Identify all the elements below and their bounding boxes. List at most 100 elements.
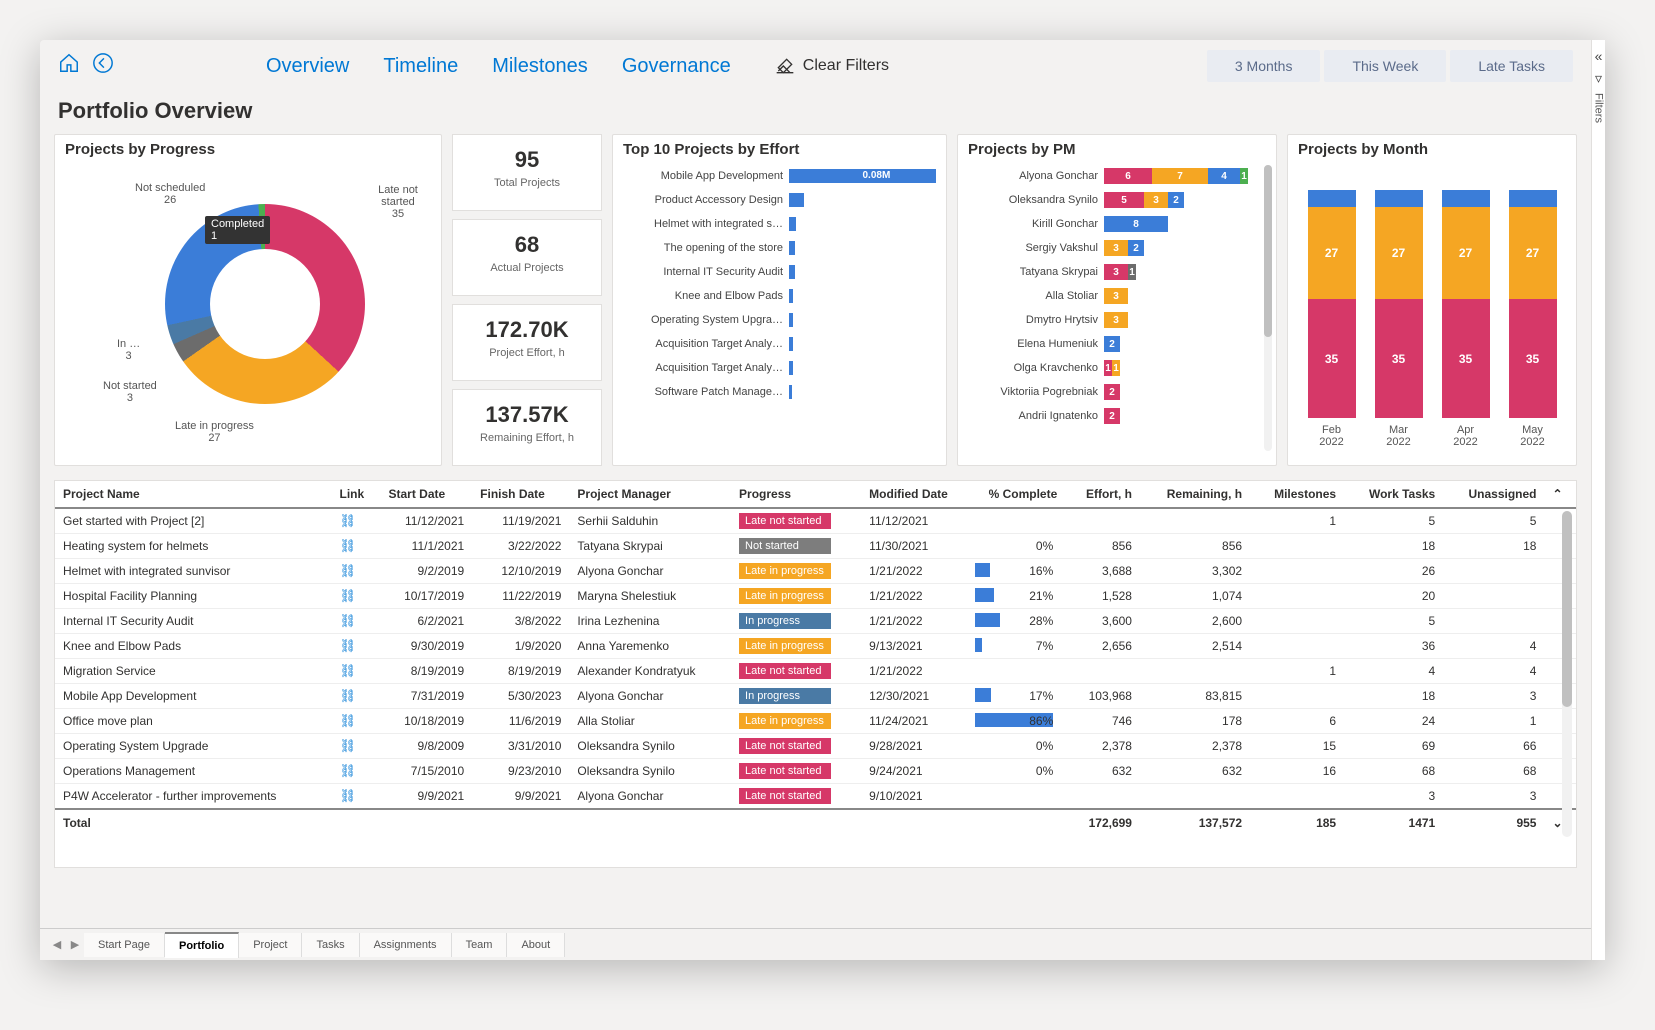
sheet-tab[interactable]: About (507, 933, 565, 957)
effort-project-name: Mobile App Development (623, 170, 783, 182)
home-icon[interactable] (58, 52, 80, 80)
table-row[interactable]: Internal IT Security Audit⛓6/2/20213/8/2… (55, 609, 1576, 634)
link-icon[interactable]: ⛓ (339, 713, 356, 728)
link-icon[interactable]: ⛓ (339, 613, 356, 628)
column-header[interactable]: Project Manager (569, 481, 731, 508)
column-header[interactable]: Remaining, h (1140, 481, 1250, 508)
table-row[interactable]: Operations Management⛓7/15/20109/23/2010… (55, 759, 1576, 784)
time-tab-late-tasks[interactable]: Late Tasks (1450, 50, 1573, 82)
column-header[interactable]: Start Date (381, 481, 473, 508)
link-icon[interactable]: ⛓ (339, 538, 356, 553)
table-row[interactable]: Mobile App Development⛓7/31/20195/30/202… (55, 684, 1576, 709)
back-icon[interactable] (92, 52, 114, 80)
link-icon[interactable]: ⛓ (339, 763, 356, 778)
effort-row[interactable]: Operating System Upgra… (623, 308, 936, 332)
tab-milestones[interactable]: Milestones (492, 55, 588, 78)
link-icon[interactable]: ⛓ (339, 738, 356, 753)
effort-row[interactable]: Knee and Elbow Pads (623, 284, 936, 308)
month-label: Apr2022 (1442, 424, 1490, 448)
kpi-label: Actual Projects (457, 262, 597, 274)
table-row[interactable]: Helmet with integrated sunvisor⛓9/2/2019… (55, 559, 1576, 584)
table-row[interactable]: Hospital Facility Planning⛓10/17/201911/… (55, 584, 1576, 609)
link-icon[interactable]: ⛓ (339, 563, 356, 578)
clear-filters-button[interactable]: Clear Filters (775, 56, 889, 76)
filters-pane-collapsed[interactable]: « ▿ Filters (1591, 40, 1605, 960)
column-header[interactable]: Progress (731, 481, 861, 508)
column-header[interactable]: Work Tasks (1344, 481, 1443, 508)
tab-overview[interactable]: Overview (266, 55, 349, 78)
table-row[interactable]: Knee and Elbow Pads⛓9/30/20191/9/2020Ann… (55, 634, 1576, 659)
column-header[interactable]: % Complete (975, 481, 1065, 508)
table-row[interactable]: Migration Service⛓8/19/20198/19/2019Alex… (55, 659, 1576, 684)
pm-row[interactable]: Viktoriia Pogrebniak2 (968, 380, 1258, 404)
column-header[interactable]: Effort, h (1065, 481, 1140, 508)
time-tab-this-week[interactable]: This Week (1324, 50, 1446, 82)
column-header[interactable]: Link (331, 481, 380, 508)
link-icon[interactable]: ⛓ (339, 788, 356, 803)
pm-name: Andrii Ignatenko (968, 410, 1098, 422)
month-column[interactable]: 3527 (1442, 190, 1490, 418)
sheet-tab[interactable]: Tasks (302, 933, 359, 957)
effort-row[interactable]: Software Patch Manage… (623, 380, 936, 404)
link-icon[interactable]: ⛓ (339, 638, 356, 653)
pm-row[interactable]: Kirill Gonchar8 (968, 212, 1258, 236)
month-column[interactable]: 3527 (1375, 190, 1423, 418)
effort-row[interactable]: Acquisition Target Analy… (623, 356, 936, 380)
time-tabs: 3 Months This Week Late Tasks (1207, 50, 1573, 82)
pm-row[interactable]: Olga Kravchenko11 (968, 356, 1258, 380)
month-segment (1509, 190, 1557, 207)
table-row[interactable]: Operating System Upgrade⛓9/8/20093/31/20… (55, 734, 1576, 759)
sheet-next-icon[interactable]: ▶ (66, 938, 84, 951)
table-row[interactable]: P4W Accelerator - further improvements⛓9… (55, 784, 1576, 810)
link-icon[interactable]: ⛓ (339, 588, 356, 603)
effort-row[interactable]: The opening of the store (623, 236, 936, 260)
project-name: Operations Management (55, 759, 331, 784)
sheet-tab[interactable]: Portfolio (165, 932, 239, 958)
pm-row[interactable]: Alla Stoliar3 (968, 284, 1258, 308)
sheet-tab[interactable]: Team (452, 933, 508, 957)
tab-governance[interactable]: Governance (622, 55, 731, 78)
kpi-value: 68 (457, 232, 597, 258)
sheet-prev-icon[interactable]: ◀ (48, 938, 66, 951)
effort-row[interactable]: Internal IT Security Audit (623, 260, 936, 284)
pm-row[interactable]: Sergiy Vakshul32 (968, 236, 1258, 260)
pm-row[interactable]: Oleksandra Synilo532 (968, 188, 1258, 212)
scrollbar[interactable] (1264, 165, 1272, 451)
pm-name: Sergiy Vakshul (968, 242, 1098, 254)
column-header[interactable]: Modified Date (861, 481, 975, 508)
column-header[interactable]: Milestones (1250, 481, 1344, 508)
column-header[interactable]: Finish Date (472, 481, 569, 508)
effort-row[interactable]: Product Accessory Design (623, 188, 936, 212)
card-title: Projects by Progress (65, 141, 431, 158)
time-tab-3months[interactable]: 3 Months (1207, 50, 1321, 82)
sheet-tab[interactable]: Start Page (84, 933, 165, 957)
sheet-tab[interactable]: Project (239, 933, 302, 957)
column-header[interactable]: Project Name (55, 481, 331, 508)
pm-row[interactable]: Andrii Ignatenko2 (968, 404, 1258, 428)
sheet-tab[interactable]: Assignments (360, 933, 452, 957)
filter-icon[interactable]: ▿ (1595, 70, 1602, 87)
pm-row[interactable]: Tatyana Skrypai31 (968, 260, 1258, 284)
column-header[interactable]: Unassigned (1443, 481, 1544, 508)
effort-row[interactable]: Acquisition Target Analy… (623, 332, 936, 356)
pm-row[interactable]: Dmytro Hrytsiv3 (968, 308, 1258, 332)
link-icon[interactable]: ⛓ (339, 663, 356, 678)
chevron-up-icon[interactable]: ⌃ (1552, 487, 1562, 501)
effort-row[interactable]: Helmet with integrated s… (623, 212, 936, 236)
effort-row[interactable]: Mobile App Development0.08M (623, 164, 936, 188)
month-segment: 35 (1509, 299, 1557, 418)
kpi-label: Project Effort, h (457, 347, 597, 359)
pm-row[interactable]: Elena Humeniuk2 (968, 332, 1258, 356)
pm-row[interactable]: Alyona Gonchar6741 (968, 164, 1258, 188)
link-icon[interactable]: ⛓ (339, 513, 356, 528)
table-scrollbar[interactable] (1562, 511, 1572, 837)
project-name: Migration Service (55, 659, 331, 684)
table-row[interactable]: Get started with Project [2]⛓11/12/20211… (55, 508, 1576, 534)
month-column[interactable]: 3527 (1509, 190, 1557, 418)
table-row[interactable]: Heating system for helmets⛓11/1/20213/22… (55, 534, 1576, 559)
table-row[interactable]: Office move plan⛓10/18/201911/6/2019Alla… (55, 709, 1576, 734)
link-icon[interactable]: ⛓ (339, 688, 356, 703)
tab-timeline[interactable]: Timeline (383, 55, 458, 78)
month-column[interactable]: 3527 (1308, 190, 1356, 418)
chevron-left-icon[interactable]: « (1595, 48, 1603, 64)
